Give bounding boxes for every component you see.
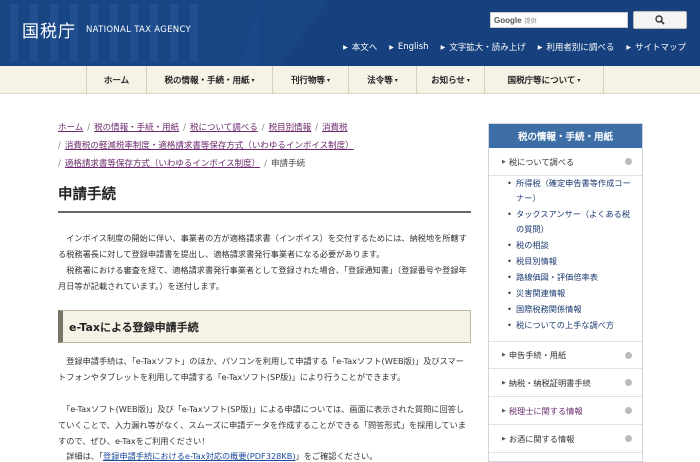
nav-news[interactable]: お知らせ ▾ — [416, 66, 484, 94]
nav-laws[interactable]: 法令等 ▾ — [348, 66, 416, 94]
search-hint: 提供 — [524, 17, 537, 25]
expand-dot-icon — [625, 407, 632, 414]
chevron-down-icon: ▾ — [327, 76, 331, 84]
sidebar-sub-disaster[interactable]: 災害関連情報 — [507, 286, 635, 301]
global-nav: ホーム 税の情報・手続・用紙 ▾ 刊行物等 ▾ 法令等 ▾ お知らせ ▾ 国税庁等につい… — [0, 66, 700, 94]
site-header: 国税庁 NATIONAL TAX AGENCY Google 提供 ▶ 本文へ ▶… — [0, 0, 700, 66]
triangle-right-icon: ▶ — [626, 43, 631, 51]
search-icon — [655, 15, 665, 25]
site-logo[interactable]: 国税庁 NATIONAL TAX AGENCY — [22, 17, 191, 42]
sidebar-item-filing[interactable]: ▶ 申告手続・用紙 — [489, 341, 642, 369]
breadcrumb-current: 申請手続 — [271, 159, 306, 169]
breadcrumb-search-tax[interactable]: 税について調べる — [190, 123, 258, 133]
triangle-right-icon: ▶ — [537, 43, 543, 51]
triangle-right-icon: ▶ — [502, 435, 506, 442]
sidebar-sub-by-tax-type[interactable]: 税目別情報 — [507, 254, 635, 269]
breadcrumb-by-tax-type[interactable]: 税目別情報 — [269, 123, 312, 133]
breadcrumb-row-3: / 適格請求書等保存方式（いわゆるインボイス制度） / 申請手続 — [58, 159, 306, 169]
sidebar-item-tax-accountant[interactable]: ▶ 税理士に関する情報 — [489, 397, 642, 425]
utility-links: ▶ 本文へ ▶ English ▶ 文字拡大・読み上げ ▶ 利用者別に調べる ▶ サイトマ… — [331, 41, 686, 53]
breadcrumb: ホーム / 税の情報・手続・用紙 / 税について調べる / 税目別情報 / 消費税 — [58, 123, 348, 133]
search-brand: Google — [494, 15, 522, 25]
detail-paragraph: 詳細は、「登録申請手続におけるe-Tax対応の概要(PDF328KB)」をご確認… — [58, 451, 378, 461]
sidebar-item-payment[interactable]: ▶ 納税・納税証明書手続 — [489, 369, 642, 397]
search-button[interactable] — [633, 11, 687, 29]
nav-publications[interactable]: 刊行物等 ▾ — [272, 66, 348, 94]
logo-japanese: 国税庁 — [22, 22, 76, 42]
triangle-right-icon: ▶ — [502, 158, 506, 165]
section-paragraph-1: 登録申請手続は、「e-Taxソフト」のほか、パソコンを利用して申請する「e-Ta… — [58, 356, 464, 382]
sidebar-item-search-tax[interactable]: ▶ 税について調べる — [489, 148, 642, 176]
breadcrumb-consumption-tax[interactable]: 消費税 — [322, 123, 348, 133]
expand-dot-icon — [625, 435, 632, 442]
sidebar-sub-international[interactable]: 国際税務関係情報 — [507, 302, 635, 317]
etax-overview-pdf-link[interactable]: 登録申請手続におけるe-Tax対応の概要(PDF328KB) — [103, 451, 296, 461]
intro-paragraph-1: インボイス制度の開始に伴い、事業者の方が適格請求書（インボイス）を交付するために… — [58, 233, 467, 259]
page-title: 申請手続 — [58, 187, 116, 203]
sidebar: 税の情報・手続・用紙 ▶税について調べる 所得税（確定申告書等作成コーナー） タ… — [488, 123, 643, 462]
chevron-down-icon: ▾ — [251, 76, 255, 84]
breadcrumb-tax-info[interactable]: 税の情報・手続・用紙 — [94, 123, 179, 133]
triangle-right-icon: ▶ — [343, 43, 348, 51]
sidebar-sub-route-price[interactable]: 路線価図・評価倍率表 — [507, 270, 635, 285]
util-link-main-content[interactable]: ▶ 本文へ — [343, 41, 377, 53]
sidebar-item-alcohol[interactable]: ▶ お酒に関する情報 — [489, 425, 642, 453]
chevron-down-icon: ▾ — [577, 76, 581, 84]
expand-dot-icon — [625, 379, 632, 386]
triangle-right-icon: ▶ — [502, 379, 506, 386]
nav-home[interactable]: ホーム — [86, 66, 146, 94]
expand-dot-icon — [625, 352, 632, 359]
triangle-right-icon: ▶ — [502, 352, 506, 358]
section-heading: e-Taxによる登録申請手続 — [69, 320, 199, 334]
util-link-english[interactable]: ▶ English — [389, 41, 428, 53]
breadcrumb-reduced-rate[interactable]: 消費税の軽減税率制度・適格請求書等保存方式（いわゆるインボイス制度） — [65, 141, 354, 151]
chevron-down-icon: ▾ — [466, 76, 470, 84]
expand-dot-icon — [625, 158, 632, 165]
triangle-right-icon: ▶ — [389, 43, 394, 51]
nav-tax-info[interactable]: 税の情報・手続・用紙 ▾ — [146, 66, 272, 94]
breadcrumb-home[interactable]: ホーム — [58, 123, 83, 133]
triangle-right-icon: ▶ — [440, 43, 446, 51]
sidebar-sub-consultation[interactable]: 税の相談 — [507, 238, 635, 253]
util-link-accessibility[interactable]: ▶ 文字拡大・読み上げ — [441, 41, 526, 53]
breadcrumb-invoice-system[interactable]: 適格請求書等保存方式（いわゆるインボイス制度） — [65, 159, 260, 169]
nav-about[interactable]: 国税庁等について ▾ — [484, 66, 604, 94]
intro-paragraph-2: 税務署における審査を経て、適格請求書発行事業者として登録された場合、「登録通知書… — [58, 265, 467, 291]
triangle-right-icon: ▶ — [502, 407, 506, 414]
title-divider — [58, 211, 471, 213]
breadcrumb-row-2: / 消費税の軽減税率制度・適格請求書等保存方式（いわゆるインボイス制度） — [58, 141, 354, 151]
section-paragraph-2: 「e-Taxソフト(WEB版)」及び「e-Taxソフト(SP版)」による申請につ… — [58, 404, 466, 446]
sidebar-sub-income-tax[interactable]: 所得税（確定申告書等作成コーナー） — [507, 176, 635, 206]
sidebar-sub-how-to-search[interactable]: 税についての上手な調べ方 — [507, 318, 635, 333]
util-link-sitemap[interactable]: ▶ サイトマップ — [626, 41, 686, 53]
chevron-down-icon: ▾ — [394, 76, 398, 84]
logo-english: NATIONAL TAX AGENCY — [86, 24, 192, 35]
util-link-by-user[interactable]: ▶ 利用者別に調べる — [538, 41, 615, 53]
sidebar-title: 税の情報・手続・用紙 — [489, 124, 642, 148]
site-search-input[interactable]: Google 提供 — [490, 12, 628, 28]
section-heading-box: e-Taxによる登録申請手続 — [58, 310, 471, 343]
sidebar-sub-tax-answer[interactable]: タックスアンサー（よくある税の質問） — [507, 207, 635, 237]
